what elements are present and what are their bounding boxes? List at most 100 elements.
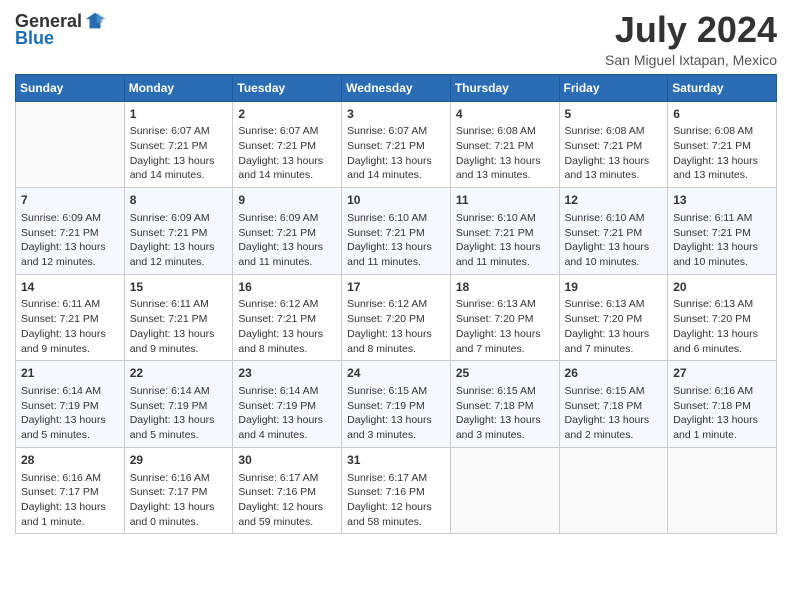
day-info-line: Daylight: 13 hours bbox=[456, 240, 554, 255]
day-info-line: Sunrise: 6:15 AM bbox=[456, 384, 554, 399]
day-info-line: Sunset: 7:18 PM bbox=[456, 399, 554, 414]
day-info-line: Daylight: 13 hours bbox=[456, 327, 554, 342]
calendar-cell: 10 Sunrise: 6:10 AMSunset: 7:21 PMDayligh… bbox=[342, 188, 451, 275]
day-info-line: Daylight: 13 hours bbox=[130, 154, 228, 169]
day-number: 27 bbox=[673, 365, 771, 382]
day-info-line: Daylight: 13 hours bbox=[565, 413, 663, 428]
day-info-line: Daylight: 13 hours bbox=[238, 240, 336, 255]
day-number: 5 bbox=[565, 106, 663, 123]
day-info-line: Sunrise: 6:09 AM bbox=[238, 211, 336, 226]
calendar-cell: 23Sunrise: 6:14 AMSunset: 7:19 PMDayligh… bbox=[233, 361, 342, 448]
day-info-line: Sunset: 7:21 PM bbox=[673, 226, 771, 241]
day-info-line: Sunrise: 6:17 AM bbox=[347, 471, 445, 486]
weekday-header-row: SundayMondayTuesdayWednesdayThursdayFrid… bbox=[16, 74, 777, 101]
day-info-line: and 7 minutes. bbox=[456, 342, 554, 357]
calendar-cell: 24Sunrise: 6:15 AMSunset: 7:19 PMDayligh… bbox=[342, 361, 451, 448]
day-info-line: Sunset: 7:17 PM bbox=[21, 485, 119, 500]
day-number: 26 bbox=[565, 365, 663, 382]
day-info-line: Sunrise: 6:07 AM bbox=[347, 124, 445, 139]
weekday-header-thursday: Thursday bbox=[450, 74, 559, 101]
location-subtitle: San Miguel Ixtapan, Mexico bbox=[605, 52, 777, 68]
day-info-line: and 9 minutes. bbox=[130, 342, 228, 357]
day-number: 21 bbox=[21, 365, 119, 382]
day-info-line: Sunset: 7:19 PM bbox=[238, 399, 336, 414]
day-info-line: and 7 minutes. bbox=[565, 342, 663, 357]
day-info-line: Sunset: 7:21 PM bbox=[130, 312, 228, 327]
calendar-cell: 15Sunrise: 6:11 AMSunset: 7:21 PMDayligh… bbox=[124, 274, 233, 361]
day-info-line: and 8 minutes. bbox=[347, 342, 445, 357]
day-info-line: Sunset: 7:21 PM bbox=[238, 312, 336, 327]
calendar-cell: 21Sunrise: 6:14 AMSunset: 7:19 PMDayligh… bbox=[16, 361, 125, 448]
day-info-line: Sunrise: 6:16 AM bbox=[673, 384, 771, 399]
day-info-line: and 0 minutes. bbox=[130, 515, 228, 530]
day-info-line: Daylight: 13 hours bbox=[347, 240, 445, 255]
calendar-cell: 29Sunrise: 6:16 AMSunset: 7:17 PMDayligh… bbox=[124, 447, 233, 534]
weekday-header-tuesday: Tuesday bbox=[233, 74, 342, 101]
calendar-cell: 7Sunrise: 6:09 AMSunset: 7:21 PMDaylight… bbox=[16, 188, 125, 275]
day-info-line: Sunset: 7:20 PM bbox=[565, 312, 663, 327]
day-info-line: Sunset: 7:21 PM bbox=[238, 226, 336, 241]
calendar-cell: 2Sunrise: 6:07 AMSunset: 7:21 PMDaylight… bbox=[233, 101, 342, 188]
day-info-line: Sunrise: 6:10 AM bbox=[347, 211, 445, 226]
day-number: 30 bbox=[238, 452, 336, 469]
day-info-line: Daylight: 13 hours bbox=[21, 413, 119, 428]
title-block: July 2024 San Miguel Ixtapan, Mexico bbox=[605, 10, 777, 68]
day-info-line: and 59 minutes. bbox=[238, 515, 336, 530]
day-number: 3 bbox=[347, 106, 445, 123]
calendar-cell: 9 Sunrise: 6:09 AMSunset: 7:21 PMDaylight… bbox=[233, 188, 342, 275]
calendar-cell: 16Sunrise: 6:12 AMSunset: 7:21 PMDayligh… bbox=[233, 274, 342, 361]
calendar-cell: 17Sunrise: 6:12 AMSunset: 7:20 PMDayligh… bbox=[342, 274, 451, 361]
day-info-line: Sunrise: 6:07 AM bbox=[238, 124, 336, 139]
calendar-cell: 8Sunrise: 6:09 AMSunset: 7:21 PMDaylight… bbox=[124, 188, 233, 275]
day-info-line: Sunrise: 6:11 AM bbox=[673, 211, 771, 226]
day-info-line: Sunset: 7:21 PM bbox=[456, 226, 554, 241]
day-info-line: and 14 minutes. bbox=[347, 168, 445, 183]
calendar-cell: 12Sunrise: 6:10 AMSunset: 7:21 PMDayligh… bbox=[559, 188, 668, 275]
day-info-line: and 11 minutes. bbox=[456, 255, 554, 270]
calendar-cell: 11Sunrise: 6:10 AMSunset: 7:21 PMDayligh… bbox=[450, 188, 559, 275]
calendar-cell: 31Sunrise: 6:17 AMSunset: 7:16 PMDayligh… bbox=[342, 447, 451, 534]
day-info-line: and 9 minutes. bbox=[21, 342, 119, 357]
day-info-line: Daylight: 13 hours bbox=[565, 327, 663, 342]
day-number: 7 bbox=[21, 192, 119, 209]
calendar-cell: 13Sunrise: 6:11 AMSunset: 7:21 PMDayligh… bbox=[668, 188, 777, 275]
day-info-line: Sunset: 7:21 PM bbox=[673, 139, 771, 154]
weekday-header-wednesday: Wednesday bbox=[342, 74, 451, 101]
logo-icon bbox=[84, 10, 106, 32]
day-info-line: and 12 minutes. bbox=[130, 255, 228, 270]
calendar-week-row: 1Sunrise: 6:07 AMSunset: 7:21 PMDaylight… bbox=[16, 101, 777, 188]
day-info-line: Sunset: 7:21 PM bbox=[347, 226, 445, 241]
day-info-line: and 58 minutes. bbox=[347, 515, 445, 530]
day-number: 8 bbox=[130, 192, 228, 209]
day-info-line: Daylight: 13 hours bbox=[347, 413, 445, 428]
calendar-cell: 20Sunrise: 6:13 AMSunset: 7:20 PMDayligh… bbox=[668, 274, 777, 361]
day-number: 10 bbox=[347, 192, 445, 209]
day-number: 4 bbox=[456, 106, 554, 123]
calendar-week-row: 14Sunrise: 6:11 AMSunset: 7:21 PMDayligh… bbox=[16, 274, 777, 361]
day-info-line: Sunset: 7:18 PM bbox=[565, 399, 663, 414]
day-info-line: Daylight: 13 hours bbox=[21, 240, 119, 255]
day-info-line: Sunrise: 6:12 AM bbox=[347, 297, 445, 312]
day-info-line: and 11 minutes. bbox=[238, 255, 336, 270]
day-number: 6 bbox=[673, 106, 771, 123]
day-info-line: and 1 minute. bbox=[673, 428, 771, 443]
day-info-line: Sunset: 7:16 PM bbox=[347, 485, 445, 500]
day-info-line: and 4 minutes. bbox=[238, 428, 336, 443]
day-info-line: Sunrise: 6:08 AM bbox=[565, 124, 663, 139]
day-info-line: and 10 minutes. bbox=[565, 255, 663, 270]
day-info-line: and 11 minutes. bbox=[347, 255, 445, 270]
day-info-line: and 14 minutes. bbox=[130, 168, 228, 183]
calendar-cell: 27Sunrise: 6:16 AMSunset: 7:18 PMDayligh… bbox=[668, 361, 777, 448]
day-info-line: Sunrise: 6:10 AM bbox=[456, 211, 554, 226]
day-number: 18 bbox=[456, 279, 554, 296]
day-info-line: Sunrise: 6:15 AM bbox=[565, 384, 663, 399]
calendar-cell bbox=[668, 447, 777, 534]
day-number: 15 bbox=[130, 279, 228, 296]
day-info-line: Sunrise: 6:17 AM bbox=[238, 471, 336, 486]
day-number: 29 bbox=[130, 452, 228, 469]
day-number: 2 bbox=[238, 106, 336, 123]
day-info-line: and 8 minutes. bbox=[238, 342, 336, 357]
calendar-cell bbox=[16, 101, 125, 188]
day-info-line: Sunrise: 6:14 AM bbox=[130, 384, 228, 399]
day-number: 9 bbox=[238, 192, 336, 209]
